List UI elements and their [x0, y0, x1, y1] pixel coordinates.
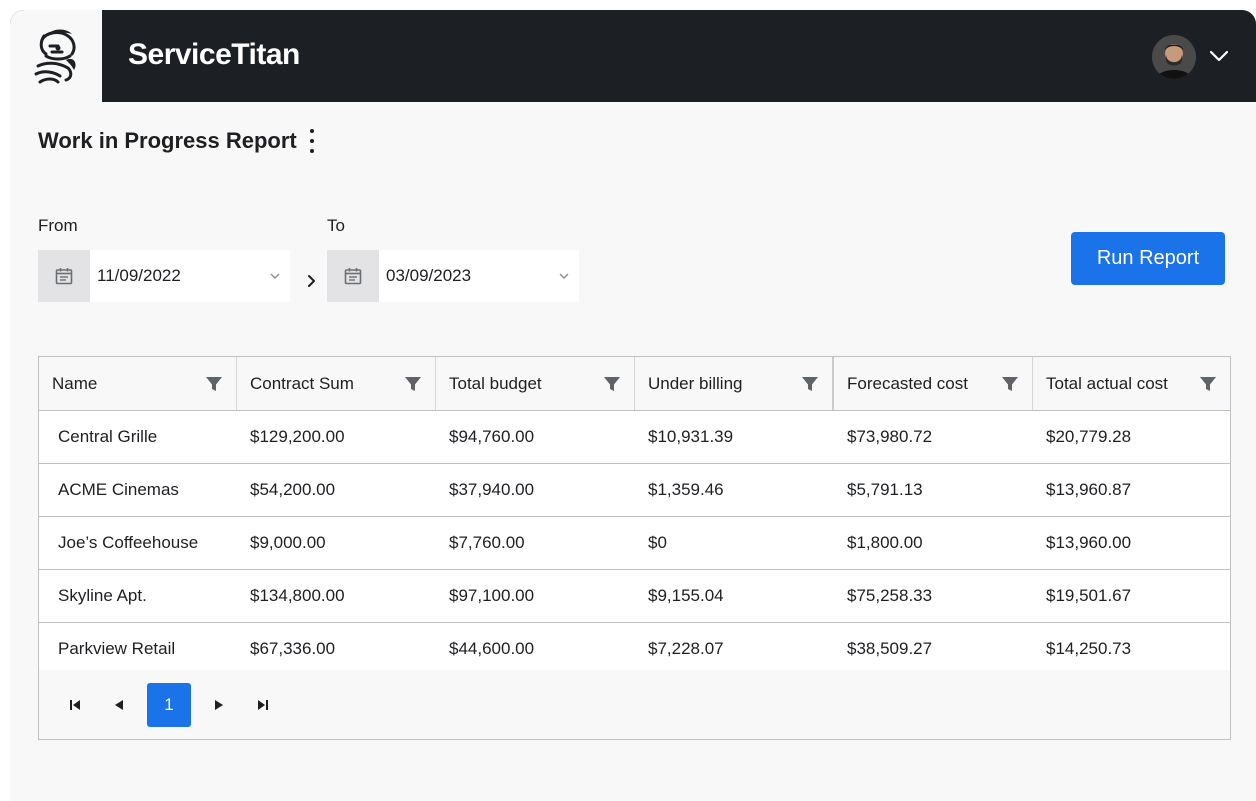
from-date-picker[interactable]: 11/09/2022: [38, 250, 290, 302]
filter-icon[interactable]: [602, 374, 622, 394]
table-row[interactable]: Central Grille $129,200.00 $94,760.00 $1…: [39, 411, 1230, 464]
cell-total-budget: $97,100.00: [449, 586, 535, 605]
column-header-forecasted-cost[interactable]: Forecasted cost: [834, 357, 1033, 410]
cell-under-billing: $10,931.39: [648, 427, 734, 446]
titan-mascot-logo-icon: [34, 29, 76, 84]
column-header-label: Under billing: [648, 373, 743, 393]
cell-total-budget: $94,760.00: [449, 427, 535, 446]
current-page-button[interactable]: 1: [147, 682, 191, 727]
from-date-value: 11/09/2022: [97, 266, 181, 285]
cell-forecasted-cost: $1,800.00: [847, 533, 923, 552]
column-header-under-billing[interactable]: Under billing: [635, 357, 834, 410]
cell-total-budget: $7,760.00: [449, 533, 525, 552]
cell-name: Central Grille: [58, 427, 158, 446]
calendar-icon[interactable]: [38, 250, 90, 302]
user-avatar[interactable]: [1152, 35, 1196, 79]
column-header-label: Contract Sum: [250, 373, 354, 393]
cell-contract-sum: $67,336.00: [250, 639, 336, 658]
cell-total-actual-cost: $19,501.67: [1046, 586, 1132, 605]
table-row[interactable]: Joe’s Coffeehouse $9,000.00 $7,760.00 $0…: [39, 517, 1230, 570]
column-header-label: Name: [52, 373, 98, 393]
cell-total-budget: $37,940.00: [449, 480, 535, 499]
cell-under-billing: $0: [648, 533, 667, 552]
column-header-name[interactable]: Name: [39, 357, 237, 410]
cell-contract-sum: $54,200.00: [250, 480, 336, 499]
chevron-down-icon[interactable]: [260, 272, 290, 280]
cell-total-actual-cost: $14,250.73: [1046, 639, 1132, 658]
page-title: Work in Progress Report: [38, 128, 297, 153]
column-header-total-budget[interactable]: Total budget: [436, 357, 635, 410]
cell-total-actual-cost: $13,960.87: [1046, 480, 1132, 499]
prev-page-icon[interactable]: [97, 683, 141, 727]
cell-under-billing: $9,155.04: [648, 586, 724, 605]
cell-contract-sum: $134,800.00: [250, 586, 345, 605]
column-header-label: Forecasted cost: [847, 373, 968, 393]
logo[interactable]: [10, 10, 102, 102]
column-header-label: Total actual cost: [1046, 373, 1168, 393]
cell-name: Parkview Retail: [58, 639, 176, 658]
cell-total-actual-cost: $20,779.28: [1046, 427, 1132, 446]
filter-icon[interactable]: [1198, 374, 1218, 394]
avatar-photo-icon: [1152, 35, 1196, 79]
wip-report-table: Name Contract Sum Total budget Under bil…: [38, 356, 1231, 740]
cell-forecasted-cost: $73,980.72: [847, 427, 933, 446]
cell-total-actual-cost: $13,960.00: [1046, 533, 1132, 552]
column-header-total-actual-cost[interactable]: Total actual cost: [1033, 357, 1230, 410]
table-row[interactable]: Skyline Apt. $134,800.00 $97,100.00 $9,1…: [39, 570, 1230, 623]
cell-contract-sum: $9,000.00: [250, 533, 326, 552]
filter-icon[interactable]: [403, 374, 423, 394]
chevron-down-icon[interactable]: [549, 272, 579, 280]
pagination: 1: [39, 670, 1230, 739]
from-label: From: [38, 216, 78, 235]
filter-icon[interactable]: [1000, 374, 1020, 394]
last-page-icon[interactable]: [241, 683, 285, 727]
cell-forecasted-cost: $75,258.33: [847, 586, 933, 605]
run-report-button[interactable]: Run Report: [1071, 232, 1225, 285]
page-title-bar: Work in Progress Report: [38, 128, 317, 154]
cell-name: ACME Cinemas: [58, 480, 179, 499]
kebab-menu-icon[interactable]: [307, 129, 317, 153]
cell-name: Skyline Apt.: [58, 586, 147, 605]
calendar-icon[interactable]: [327, 250, 379, 302]
to-label: To: [327, 216, 345, 235]
brand-name: ServiceTitan: [128, 38, 300, 71]
column-header-label: Total budget: [449, 373, 542, 393]
table-row[interactable]: ACME Cinemas $54,200.00 $37,940.00 $1,35…: [39, 464, 1230, 517]
cell-under-billing: $1,359.46: [648, 480, 724, 499]
column-header-contract-sum[interactable]: Contract Sum: [237, 357, 436, 410]
first-page-icon[interactable]: [53, 683, 97, 727]
app-window: ServiceTitan Work in Progress Report Fro…: [10, 10, 1256, 801]
cell-total-budget: $44,600.00: [449, 639, 535, 658]
to-date-value: 03/09/2023: [386, 266, 472, 285]
top-header: ServiceTitan: [10, 10, 1256, 102]
next-page-icon[interactable]: [197, 683, 241, 727]
cell-contract-sum: $129,200.00: [250, 427, 345, 446]
filter-icon[interactable]: [204, 374, 224, 394]
filter-icon[interactable]: [800, 374, 820, 394]
table-header-row: Name Contract Sum Total budget Under bil…: [39, 357, 1230, 411]
account-menu-chevron-down-icon[interactable]: [1208, 48, 1230, 64]
cell-forecasted-cost: $38,509.27: [847, 639, 933, 658]
cell-forecasted-cost: $5,791.13: [847, 480, 923, 499]
to-date-picker[interactable]: 03/09/2023: [327, 250, 579, 302]
chevron-right-icon: [305, 274, 319, 288]
cell-name: Joe’s Coffeehouse: [58, 533, 199, 552]
table-row[interactable]: Parkview Retail $67,336.00 $44,600.00 $7…: [39, 623, 1230, 676]
cell-under-billing: $7,228.07: [648, 639, 724, 658]
